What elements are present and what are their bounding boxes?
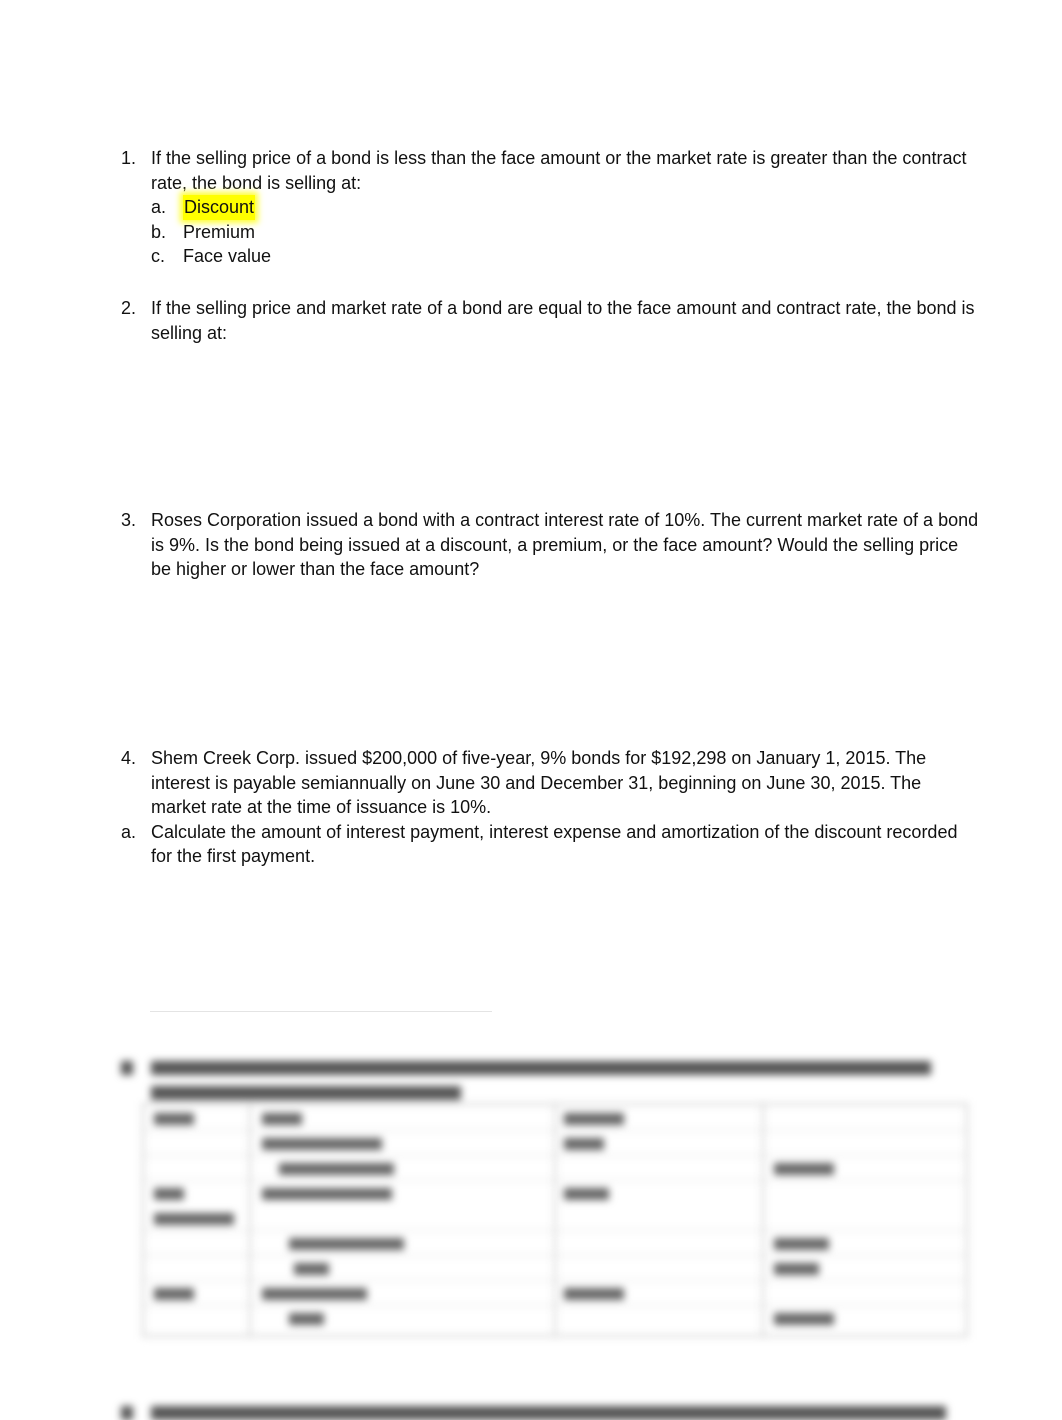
question-2: 2. If the selling price and market rate … — [121, 296, 981, 345]
sub-question-letter: a. — [121, 821, 137, 842]
divider — [150, 1011, 492, 1012]
option-letter: c. — [151, 246, 166, 266]
blurred-line — [151, 1086, 461, 1100]
question-text: Roses Corporation issued a bond with a c… — [151, 510, 979, 579]
option-c: c. Face value — [151, 244, 981, 269]
blurred-number — [121, 1406, 133, 1420]
option-text-highlighted: Discount — [183, 195, 256, 220]
option-text: Premium — [183, 221, 256, 242]
question-number: 1. — [121, 148, 137, 168]
blurred-number — [121, 1061, 133, 1075]
question-3: 3. Roses Corporation issued a bond with … — [121, 508, 981, 582]
question-text: Shem Creek Corp. issued $200,000 of five… — [151, 748, 927, 817]
question-number: 2. — [121, 298, 137, 318]
question-number: 3. — [121, 510, 137, 530]
blurred-table — [142, 1103, 968, 1337]
option-letter: a. — [151, 197, 167, 217]
question-text: If the selling price and market rate of … — [151, 298, 975, 343]
blurred-preview-region — [0, 1040, 1062, 1420]
question-4: 4. Shem Creek Corp. issued $200,000 of f… — [121, 746, 981, 869]
option-text: Face value — [183, 246, 272, 266]
question-1: 1. If the selling price of a bond is les… — [121, 146, 981, 269]
sub-question-text: Calculate the amount of interest payment… — [151, 821, 958, 867]
blurred-line — [151, 1061, 931, 1075]
blurred-line — [151, 1406, 946, 1420]
question-number: 4. — [121, 748, 137, 768]
option-a: a. Discount — [151, 195, 981, 220]
option-b: b. Premium — [151, 220, 981, 245]
sub-question-a: a. Calculate the amount of interest paym… — [121, 820, 981, 869]
question-text: If the selling price of a bond is less t… — [151, 148, 967, 193]
option-letter: b. — [151, 221, 167, 242]
